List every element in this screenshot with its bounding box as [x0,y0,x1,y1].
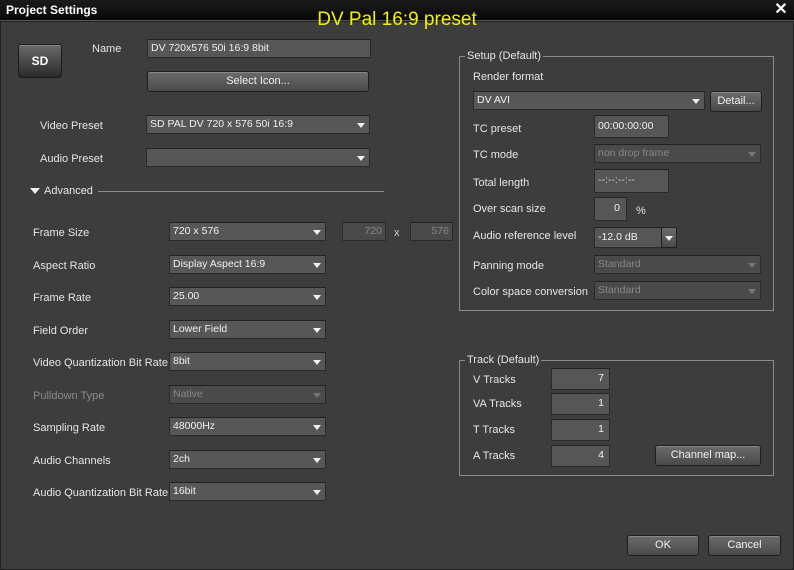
render-format-value: DV AVI [477,94,511,106]
color-space-select: Standard [594,281,761,300]
collapse-triangle-icon[interactable] [30,188,40,194]
chevron-down-icon [692,99,700,104]
aspect-ratio-label: Aspect Ratio [33,260,96,272]
video-preset-value: SD PAL DV 720 x 576 50i 16:9 [150,118,294,130]
aspect-ratio-value: Display Aspect 16:9 [173,258,266,270]
color-space-label: Color space conversion [473,286,588,298]
over-scan-label: Over scan size [473,203,546,215]
pulldown-label: Pulldown Type [33,390,105,402]
chevron-down-icon [313,425,321,430]
detail-button[interactable]: Detail... [710,91,762,112]
name-label: Name [92,43,122,55]
field-order-label: Field Order [33,325,89,337]
v-tracks-input[interactable]: 7 [551,368,610,390]
tc-mode-value: non drop frame [598,147,670,159]
audio-preset-label: Audio Preset [40,153,103,165]
advanced-section-label[interactable]: Advanced [44,185,93,197]
sampling-rate-select[interactable]: 48000Hz [169,417,326,436]
video-quant-label: Video Quantization Bit Rate [33,357,168,369]
chevron-down-icon [313,230,321,235]
chevron-down-icon [313,328,321,333]
frame-width-field[interactable]: 720 [342,222,386,241]
chevron-down-icon [313,458,321,463]
audio-ref-label: Audio reference level [473,230,577,242]
ok-button[interactable]: OK [627,535,699,556]
audio-channels-value: 2ch [173,453,190,465]
video-quant-value: 8bit [173,355,190,367]
audio-quant-label: Audio Quantization Bit Rate [33,487,169,499]
chevron-down-icon [748,289,756,294]
video-preset-label: Video Preset [40,120,103,132]
audio-ref-dropdown[interactable] [661,227,677,248]
panning-mode-select: Standard [594,255,761,274]
panning-mode-value: Standard [598,258,641,270]
field-order-select[interactable]: Lower Field [169,320,326,339]
frame-rate-label: Frame Rate [33,292,92,304]
audio-channels-select[interactable]: 2ch [169,450,326,469]
t-tracks-label: T Tracks [473,424,515,436]
frame-rate-select[interactable]: 25.00 [169,287,326,306]
pulldown-value: Native [173,388,203,400]
t-tracks-input[interactable]: 1 [551,419,610,441]
frame-size-label: Frame Size [33,227,90,239]
va-tracks-label: VA Tracks [473,398,522,410]
chevron-down-icon [748,263,756,268]
tc-mode-select: non drop frame [594,144,761,163]
chevron-down-icon [665,236,673,241]
chevron-down-icon [357,156,365,161]
advanced-divider [98,191,384,192]
frame-height-field[interactable]: 576 [410,222,453,241]
aspect-ratio-select[interactable]: Display Aspect 16:9 [169,255,326,274]
cancel-button[interactable]: Cancel [708,535,781,556]
a-tracks-label: A Tracks [473,450,516,462]
chevron-down-icon [313,393,321,398]
frame-size-select[interactable]: 720 x 576 [169,222,326,241]
frame-rate-value: 25.00 [173,290,200,302]
sd-badge-label: SD [31,54,49,68]
over-scan-unit: % [636,205,646,217]
chevron-down-icon [313,360,321,365]
close-button[interactable]: ✕ [771,1,791,19]
title-bar [0,0,794,21]
select-icon-button[interactable]: Select Icon... [147,71,369,92]
audio-ref-input[interactable]: -12.0 dB [594,227,662,248]
chevron-down-icon [313,490,321,495]
tc-preset-label: TC preset [473,123,522,135]
window-title: Project Settings [6,3,98,17]
va-tracks-input[interactable]: 1 [551,393,610,415]
name-input[interactable]: DV 720x576 50i 16:9 8bit [147,39,371,58]
frame-size-value: 720 x 576 [173,225,220,237]
setup-group-title: Setup (Default) [465,50,543,62]
track-group-title: Track (Default) [465,354,542,366]
chevron-down-icon [313,295,321,300]
tc-preset-input[interactable]: 00:00:00:00 [594,115,669,138]
total-length-label: Total length [473,177,530,189]
chevron-down-icon [357,123,365,128]
chevron-down-icon [748,152,756,157]
audio-quant-value: 16bit [173,485,196,497]
chevron-down-icon [313,263,321,268]
v-tracks-label: V Tracks [473,374,516,386]
video-quant-select[interactable]: 8bit [169,352,326,371]
field-order-value: Lower Field [173,323,228,335]
render-format-select[interactable]: DV AVI [473,91,705,110]
color-space-value: Standard [598,284,641,296]
channel-map-button[interactable]: Channel map... [655,445,761,466]
audio-channels-label: Audio Channels [33,455,111,467]
total-length-field: --:--:--:-- [594,169,669,193]
frame-size-times: x [394,227,400,239]
over-scan-input[interactable]: 0 [594,197,627,221]
sampling-rate-label: Sampling Rate [33,422,106,434]
panning-mode-label: Panning mode [473,260,544,272]
audio-preset-select[interactable] [146,148,370,167]
sampling-rate-value: 48000Hz [173,420,216,432]
render-format-label: Render format [473,71,544,83]
sd-badge-icon: SD [18,44,62,78]
a-tracks-input[interactable]: 4 [551,445,610,467]
tc-mode-label: TC mode [473,149,519,161]
pulldown-select: Native [169,385,326,404]
video-preset-select[interactable]: SD PAL DV 720 x 576 50i 16:9 [146,115,370,134]
audio-quant-select[interactable]: 16bit [169,482,326,501]
